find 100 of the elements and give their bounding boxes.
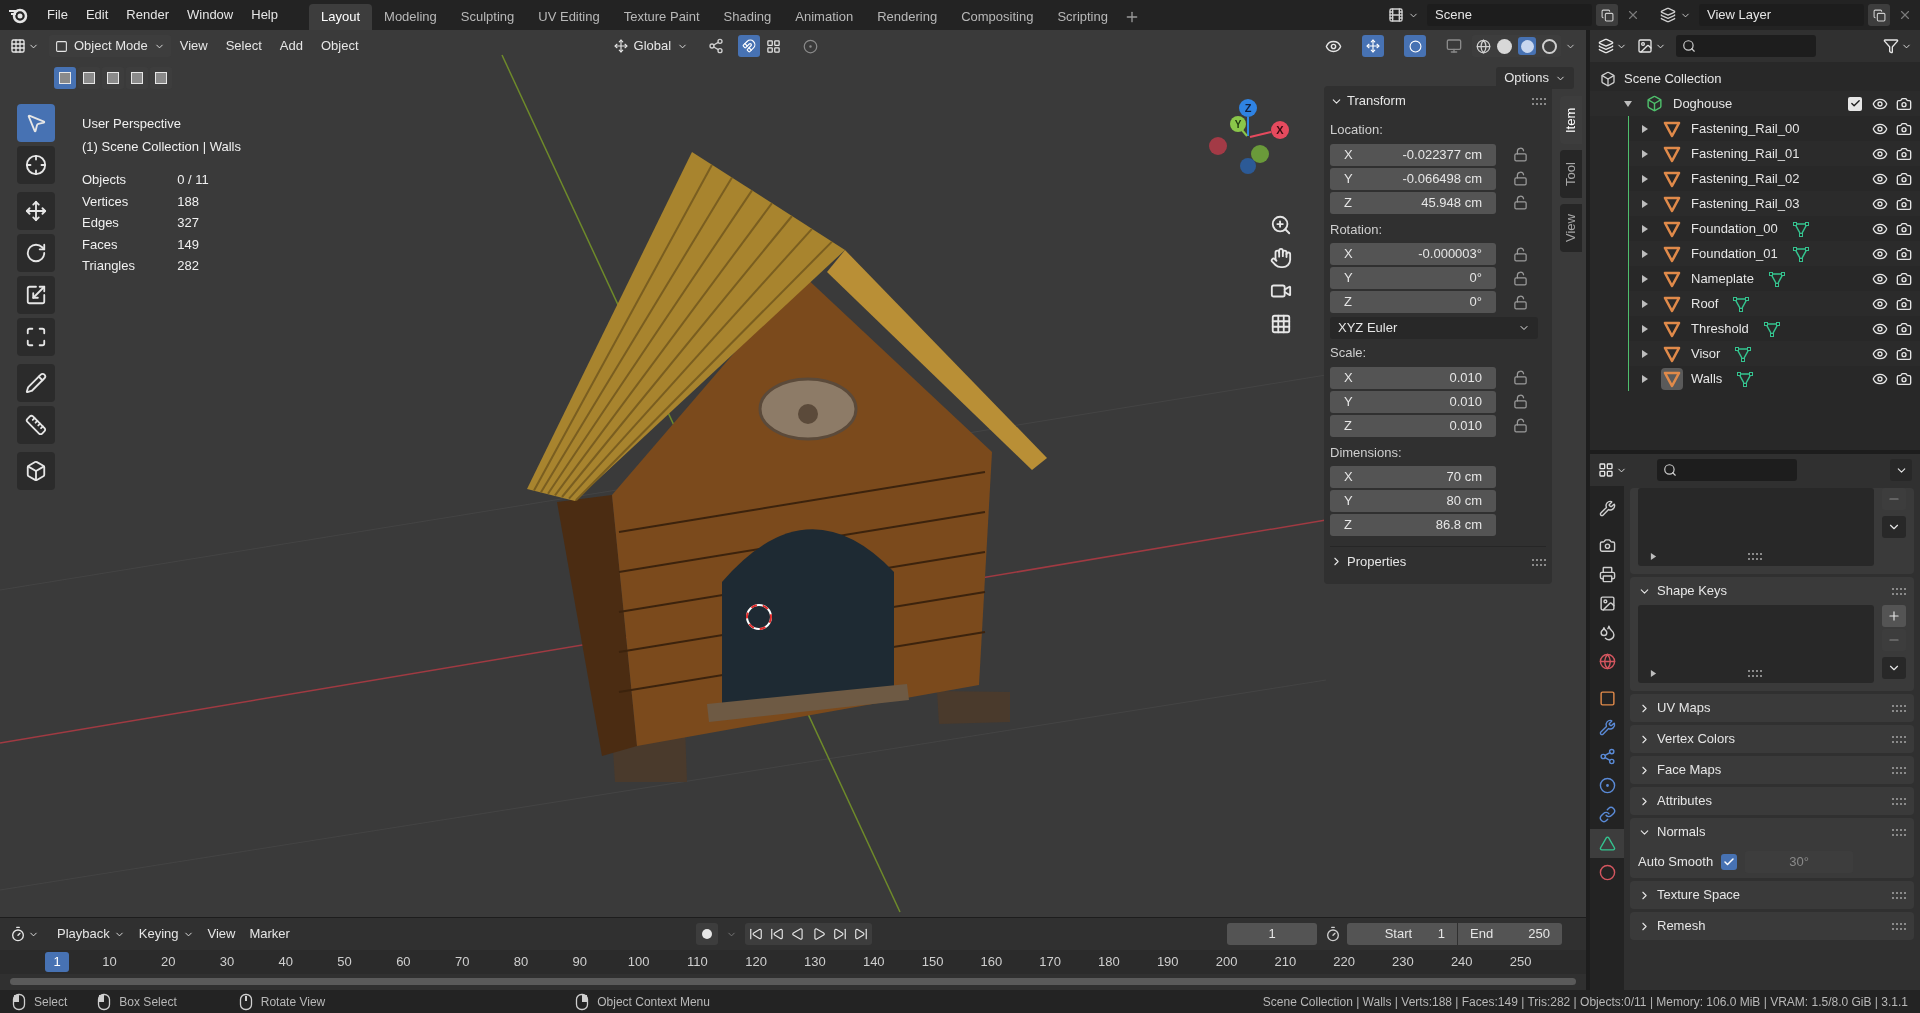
camera-icon[interactable] — [1896, 370, 1912, 387]
close-icon[interactable] — [1898, 8, 1912, 22]
menu-item[interactable]: Edit — [76, 3, 118, 27]
number-field[interactable]: Y 0° — [1330, 267, 1496, 289]
camera-icon[interactable] — [1896, 220, 1912, 237]
workspace-tab[interactable]: Shading — [711, 4, 784, 30]
number-field[interactable]: X 0.010 — [1330, 366, 1496, 389]
expand-arrow-icon[interactable] — [1650, 670, 1657, 677]
panel-header[interactable]: Properties — [1330, 551, 1532, 572]
pencil-tool[interactable] — [17, 364, 55, 402]
workspace-tab[interactable]: Layout — [309, 4, 373, 30]
collapse-arrow-icon[interactable] — [1624, 99, 1632, 108]
negative-axis-handle[interactable] — [1251, 145, 1269, 163]
overlay-toggle-button[interactable] — [1404, 35, 1426, 57]
sidebar-tab[interactable]: Tool — [1560, 150, 1582, 198]
frame-number[interactable]: 120 — [726, 952, 786, 972]
panel-header[interactable]: Shape Keys — [1638, 581, 1892, 601]
menu-item[interactable]: File — [38, 3, 77, 27]
camera-icon[interactable] — [1896, 95, 1912, 112]
mesh-data-icon[interactable] — [1791, 219, 1810, 238]
search-field[interactable] — [1676, 35, 1816, 57]
new-scene-button[interactable] — [1596, 4, 1618, 26]
end-frame-field[interactable]: End 250 — [1458, 923, 1562, 945]
panel-header[interactable]: Vertex Colors — [1638, 729, 1892, 749]
camera-icon[interactable] — [1896, 170, 1912, 187]
editor-type-button[interactable] — [1598, 38, 1627, 54]
mesh-data-icon[interactable] — [1732, 294, 1751, 313]
frame-number[interactable]: 110 — [667, 952, 727, 972]
editor-type-button[interactable] — [10, 926, 39, 942]
number-field[interactable]: X -0.000003° — [1330, 243, 1496, 265]
menu-item[interactable]: Window — [178, 3, 243, 27]
expand-arrow-icon[interactable] — [1641, 174, 1649, 183]
camera-icon[interactable] — [1896, 245, 1912, 262]
expand-arrow-icon[interactable] — [1641, 349, 1649, 358]
record-button[interactable] — [695, 923, 718, 945]
specials-button[interactable] — [1882, 516, 1906, 538]
number-field[interactable]: Y 0.010 — [1330, 390, 1496, 413]
material-shading-button[interactable] — [1518, 37, 1536, 55]
camera-icon[interactable] — [1896, 195, 1912, 212]
number-field[interactable]: Z 86.8 cm — [1330, 514, 1496, 536]
menu-item[interactable]: Object — [311, 36, 368, 56]
number-field[interactable]: Z 45.948 cm — [1330, 191, 1496, 214]
unlock-icon[interactable] — [1513, 370, 1528, 385]
frame-number[interactable]: 130 — [785, 952, 845, 972]
unlock-icon[interactable] — [1513, 171, 1528, 186]
frame-number[interactable]: 150 — [903, 952, 962, 972]
gizmo-toggle-button[interactable] — [1362, 35, 1384, 57]
workspace-tab[interactable]: Compositing — [949, 4, 1046, 30]
pivot-icon[interactable] — [708, 38, 725, 54]
drag-handle-icon[interactable] — [1532, 97, 1546, 105]
menu-item[interactable]: View — [201, 923, 242, 945]
selection-mode-button[interactable] — [54, 67, 76, 89]
next-keyframe-icon[interactable] — [832, 927, 847, 941]
add-button[interactable] — [1882, 605, 1906, 627]
frame-number[interactable]: 180 — [1079, 952, 1139, 972]
drag-handle-icon[interactable] — [1892, 922, 1906, 930]
expand-arrow-icon[interactable] — [1641, 149, 1649, 158]
frame-number[interactable]: 1 — [45, 952, 69, 972]
frame-number[interactable]: 170 — [1020, 952, 1080, 972]
frame-number[interactable]: 90 — [550, 952, 610, 972]
checkbox[interactable] — [1721, 854, 1738, 870]
mesh-data-tab[interactable] — [1590, 829, 1624, 858]
rotate-tool[interactable] — [17, 234, 55, 272]
frame-number[interactable]: 70 — [432, 952, 492, 972]
menu-item[interactable]: Add — [270, 36, 312, 56]
number-field[interactable]: Y 80 cm — [1330, 490, 1496, 512]
camera-icon[interactable] — [1896, 345, 1912, 362]
expand-arrow-icon[interactable] — [1641, 299, 1649, 308]
rotation-mode-dropdown[interactable]: XYZ Euler — [1330, 317, 1538, 339]
start-frame-field[interactable]: Start 1 — [1347, 923, 1457, 945]
expand-arrow-icon[interactable] — [1650, 553, 1657, 560]
frame-number[interactable]: 160 — [961, 952, 1021, 972]
menu-item[interactable]: Render — [117, 3, 178, 27]
camera-icon[interactable] — [1896, 270, 1912, 287]
resize-handle-icon[interactable] — [1747, 552, 1762, 560]
drag-handle-icon[interactable] — [1532, 557, 1546, 566]
resize-handle-icon[interactable] — [1747, 669, 1762, 677]
mesh-data-icon[interactable] — [1791, 244, 1810, 263]
frame-number[interactable]: 40 — [256, 952, 316, 972]
unlock-icon[interactable] — [1513, 195, 1528, 210]
expand-arrow-icon[interactable] — [1641, 224, 1649, 233]
camera-icon[interactable] — [1896, 120, 1912, 137]
panel-header[interactable]: Attributes — [1638, 791, 1892, 811]
xray-icon[interactable] — [1446, 38, 1462, 54]
negative-axis-handle[interactable] — [1209, 137, 1227, 155]
specials-button[interactable] — [1882, 657, 1906, 679]
move-tool[interactable] — [17, 192, 55, 230]
view-layer-icon[interactable] — [1660, 7, 1676, 23]
cursor-tool[interactable] — [17, 146, 55, 184]
unlock-icon[interactable] — [1513, 394, 1528, 409]
drag-handle-icon[interactable] — [1892, 828, 1906, 836]
outliner-row[interactable]: Scene Collection — [1590, 66, 1920, 91]
editor-type-button[interactable] — [1598, 462, 1627, 478]
frame-number[interactable]: 220 — [1314, 952, 1374, 972]
proportional-edit-icon[interactable] — [803, 38, 819, 54]
jump-end-icon[interactable] — [853, 927, 868, 941]
frame-number[interactable]: 80 — [491, 952, 551, 972]
panel-header[interactable]: Face Maps — [1638, 760, 1892, 780]
scene-field[interactable]: Scene — [1427, 4, 1592, 26]
previous-keyframe-icon[interactable] — [769, 927, 784, 941]
